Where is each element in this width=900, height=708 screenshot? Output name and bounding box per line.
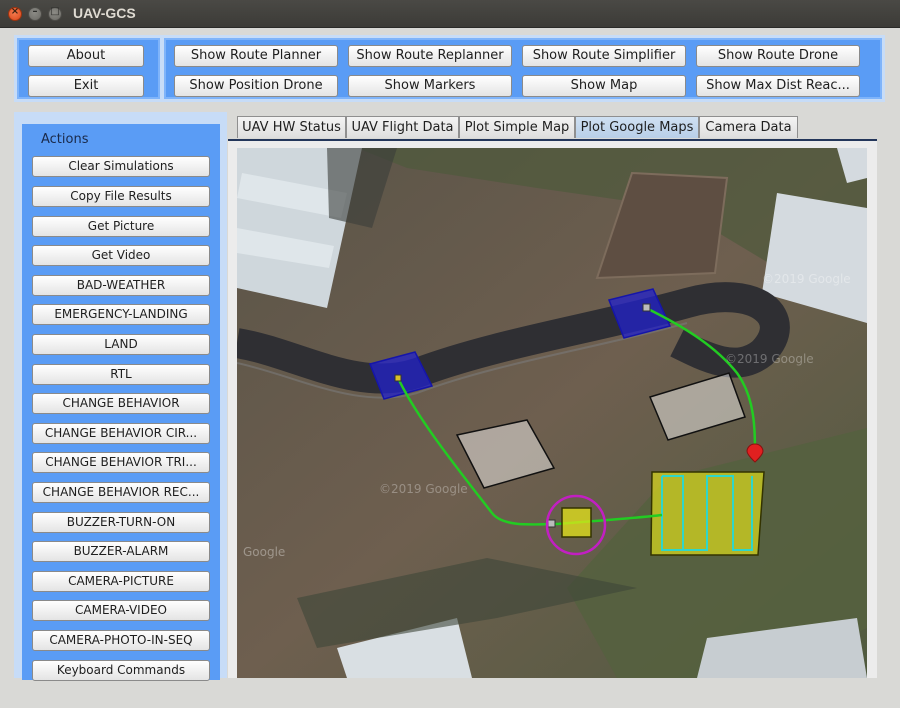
- map-watermark: ©2019 Google: [762, 272, 851, 286]
- tab-uav-hw-status[interactable]: UAV HW Status: [237, 116, 346, 138]
- map-watermark: ©2019 Google: [725, 352, 814, 366]
- show-map-button[interactable]: Show Map: [522, 75, 686, 97]
- exit-button[interactable]: Exit: [28, 75, 144, 97]
- emergency-landing-button[interactable]: EMERGENCY-LANDING: [32, 304, 210, 325]
- keyboard-commands-button[interactable]: Keyboard Commands: [32, 660, 210, 681]
- show-route-simplifier-button[interactable]: Show Route Simplifier: [522, 45, 686, 67]
- copy-file-results-button[interactable]: Copy File Results: [32, 186, 210, 207]
- map-watermark: Google: [243, 545, 285, 559]
- tab-plot-google-maps[interactable]: Plot Google Maps: [575, 116, 699, 138]
- waypoint-marker[interactable]: [547, 519, 556, 528]
- title-bar: × – □ UAV-GCS: [0, 0, 900, 28]
- camera-video-button[interactable]: CAMERA-VIDEO: [32, 600, 210, 621]
- camera-photo-in-seq-button[interactable]: CAMERA-PHOTO-IN-SEQ: [32, 630, 210, 651]
- get-video-button[interactable]: Get Video: [32, 245, 210, 266]
- show-position-drone-button[interactable]: Show Position Drone: [174, 75, 338, 97]
- show-max-dist-reached-button[interactable]: Show Max Dist Reac...: [696, 75, 860, 97]
- landing-square[interactable]: [561, 507, 592, 538]
- tab-plot-simple-map[interactable]: Plot Simple Map: [459, 116, 575, 138]
- close-icon: ×: [10, 6, 20, 17]
- tab-camera-data[interactable]: Camera Data: [699, 116, 798, 138]
- window-title: UAV-GCS: [73, 5, 136, 21]
- top-main-button-panel: Show Route Planner Show Route Replanner …: [164, 38, 882, 99]
- change-behavior-triangle-button[interactable]: CHANGE BEHAVIOR TRI...: [32, 452, 210, 473]
- show-route-replanner-button[interactable]: Show Route Replanner: [348, 45, 512, 67]
- rtl-button[interactable]: RTL: [32, 364, 210, 385]
- map-watermark: ©2019 Google: [379, 482, 468, 496]
- show-markers-button[interactable]: Show Markers: [348, 75, 512, 97]
- maximize-icon: □: [50, 6, 60, 17]
- maximize-window-button[interactable]: □: [48, 6, 62, 21]
- show-route-drone-button[interactable]: Show Route Drone: [696, 45, 860, 67]
- map-panel: ©2019 Google ©2019 Google ©2019 Google G…: [228, 141, 877, 678]
- bad-weather-button[interactable]: BAD-WEATHER: [32, 275, 210, 296]
- tab-uav-flight-data[interactable]: UAV Flight Data: [346, 116, 459, 138]
- get-picture-button[interactable]: Get Picture: [32, 216, 210, 237]
- minimize-window-button[interactable]: –: [28, 6, 42, 21]
- change-behavior-button[interactable]: CHANGE BEHAVIOR: [32, 393, 210, 414]
- about-button[interactable]: About: [28, 45, 144, 67]
- land-button[interactable]: LAND: [32, 334, 210, 355]
- waypoint-marker[interactable]: [394, 374, 402, 382]
- camera-picture-button[interactable]: CAMERA-PICTURE: [32, 571, 210, 592]
- minimize-icon: –: [32, 6, 38, 17]
- google-map-view[interactable]: ©2019 Google ©2019 Google ©2019 Google G…: [237, 148, 867, 678]
- close-window-button[interactable]: ×: [8, 6, 22, 21]
- change-behavior-rectangle-button[interactable]: CHANGE BEHAVIOR REC...: [32, 482, 210, 503]
- clear-simulations-button[interactable]: Clear Simulations: [32, 156, 210, 177]
- actions-heading: Actions: [41, 132, 89, 147]
- actions-sidebar: Actions Clear Simulations Copy File Resu…: [22, 124, 220, 681]
- buzzer-alarm-button[interactable]: BUZZER-ALARM: [32, 541, 210, 562]
- waypoint-marker[interactable]: [642, 303, 651, 312]
- top-left-button-panel: About Exit: [17, 38, 160, 99]
- change-behavior-circle-button[interactable]: CHANGE BEHAVIOR CIR...: [32, 423, 210, 444]
- show-route-planner-button[interactable]: Show Route Planner: [174, 45, 338, 67]
- buzzer-turn-on-button[interactable]: BUZZER-TURN-ON: [32, 512, 210, 533]
